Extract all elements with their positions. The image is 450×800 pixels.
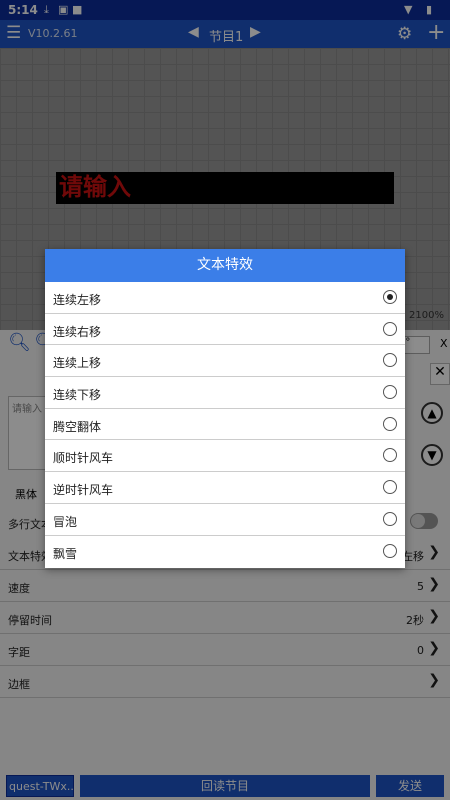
radio-unchecked-icon[interactable] — [383, 416, 397, 431]
effect-option-label: 连续右移 — [53, 324, 102, 339]
effect-option-label: 逆时针风车 — [53, 483, 114, 498]
effect-option[interactable]: 连续左移 — [45, 282, 405, 314]
effect-option[interactable]: 腾空翻体 — [45, 409, 405, 441]
radio-unchecked-icon[interactable] — [383, 511, 397, 526]
effect-option-label: 连续下移 — [53, 388, 102, 403]
effect-option[interactable]: 连续下移 — [45, 377, 405, 409]
effect-option[interactable]: 冒泡 — [45, 504, 405, 536]
effect-option-label: 飘雪 — [53, 546, 78, 561]
radio-unchecked-icon[interactable] — [383, 448, 397, 463]
radio-checked-icon[interactable] — [383, 290, 397, 304]
effect-option[interactable]: 逆时针风车 — [45, 472, 405, 504]
effect-option-label: 腾空翻体 — [53, 419, 102, 434]
radio-unchecked-icon[interactable] — [383, 321, 397, 336]
effect-option[interactable]: 顺时针风车 — [45, 440, 405, 473]
effect-option[interactable]: 飘雪 — [45, 536, 405, 568]
radio-unchecked-icon[interactable] — [383, 543, 397, 558]
dialog-title: 文本特效 — [45, 249, 405, 282]
radio-unchecked-icon[interactable] — [383, 480, 397, 495]
radio-unchecked-icon[interactable] — [383, 353, 397, 368]
effect-option-label: 冒泡 — [53, 514, 78, 529]
effect-option-label: 连续左移 — [53, 293, 102, 307]
radio-unchecked-icon[interactable] — [383, 385, 397, 400]
effect-option-label: 顺时针风车 — [53, 451, 114, 466]
effect-option-label: 连续上移 — [53, 356, 102, 371]
text-effect-dialog: 文本特效 连续左移连续右移连续上移连续下移腾空翻体顺时针风车逆时针风车冒泡飘雪 — [45, 249, 405, 568]
effect-options-list: 连续左移连续右移连续上移连续下移腾空翻体顺时针风车逆时针风车冒泡飘雪 — [45, 282, 405, 567]
effect-option[interactable]: 连续右移 — [45, 314, 405, 346]
effect-option[interactable]: 连续上移 — [45, 345, 405, 378]
